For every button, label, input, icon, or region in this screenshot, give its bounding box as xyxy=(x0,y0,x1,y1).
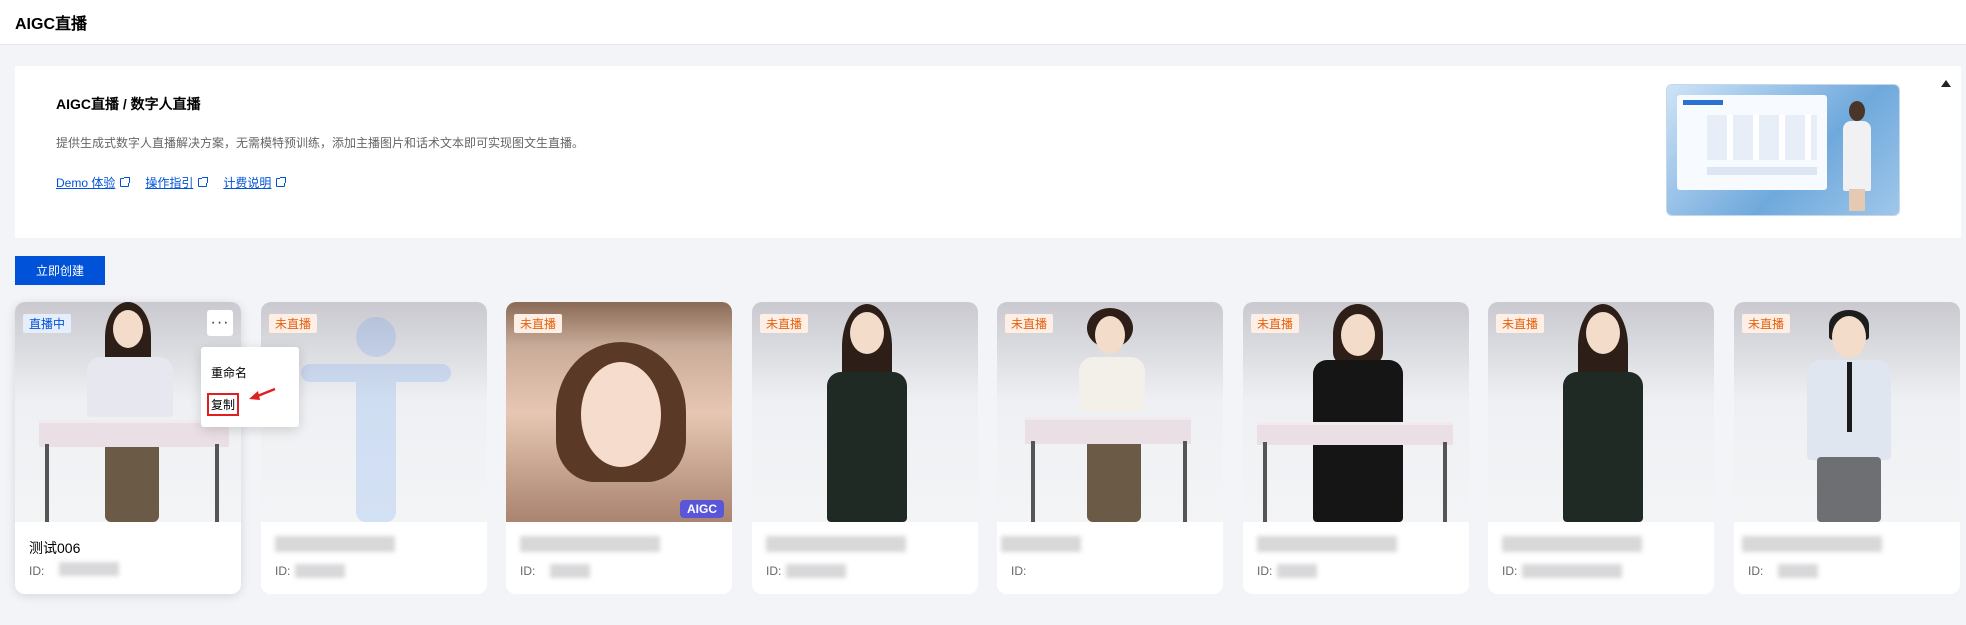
copy-menu-item[interactable]: 复制 xyxy=(206,393,240,416)
guide-link-label: 操作指引 xyxy=(145,176,194,190)
guide-link[interactable]: 操作指引 xyxy=(145,174,209,191)
preview-screen xyxy=(1677,95,1827,190)
billing-link[interactable]: 计费说明 xyxy=(223,174,287,191)
live-room-card[interactable]: 直播中 ··· 测试006 ID: xyxy=(15,302,241,594)
redacted-id xyxy=(1778,564,1818,578)
redacted-id xyxy=(1522,564,1622,578)
external-link-icon xyxy=(120,177,131,187)
card-thumbnail: 未直播 xyxy=(752,302,978,522)
card-id: ID: xyxy=(1502,564,1518,578)
page-title: AIGC直播 xyxy=(15,16,88,33)
redacted-name xyxy=(1257,536,1397,552)
billing-link-label: 计费说明 xyxy=(223,176,272,190)
redacted-id xyxy=(550,564,590,578)
live-room-card[interactable]: 未直播 ID: xyxy=(752,302,978,594)
status-badge: 未直播 xyxy=(1251,314,1300,333)
placeholder-figure xyxy=(301,317,451,522)
redacted-id xyxy=(786,564,846,578)
top-bar: AIGC直播 xyxy=(0,0,1966,45)
banner-description: 提供生成式数字人直播解决方案，无需模特预训练，添加主播图片和话术文本即可实现图文… xyxy=(56,136,585,150)
card-id: ID: xyxy=(766,564,782,578)
live-room-card[interactable]: 未直播 ID: xyxy=(1734,302,1960,594)
card-id: ID: xyxy=(520,564,536,578)
card-thumbnail: 未直播 xyxy=(1243,302,1469,522)
status-badge: 未直播 xyxy=(1496,314,1545,333)
redacted-id xyxy=(59,562,119,576)
live-room-card[interactable]: 未直播 ID: xyxy=(261,302,487,594)
live-room-card[interactable]: 未直播 AIGC ID: xyxy=(506,302,732,594)
intro-banner: AIGC直播 / 数字人直播 提供生成式数字人直播解决方案，无需模特预训练，添加… xyxy=(15,66,1961,238)
collapse-icon[interactable] xyxy=(1941,80,1951,87)
card-id: ID: xyxy=(29,564,45,578)
status-badge: 未直播 xyxy=(760,314,809,333)
card-thumbnail: 未直播 AIGC xyxy=(506,302,732,522)
status-badge: 直播中 xyxy=(23,314,72,333)
card-thumbnail: 未直播 xyxy=(1734,302,1960,522)
presenter-image xyxy=(1789,302,1909,522)
banner-title: AIGC直播 / 数字人直播 xyxy=(56,96,201,112)
card-id: ID: xyxy=(1257,564,1273,578)
live-room-card[interactable]: 未直播 ID: xyxy=(1243,302,1469,594)
card-id: ID: xyxy=(1011,564,1027,578)
red-arrow-annotation-icon xyxy=(249,387,276,400)
external-link-icon xyxy=(198,177,209,187)
presenter-image xyxy=(1057,302,1167,522)
card-thumbnail: 未直播 xyxy=(997,302,1223,522)
redacted-name xyxy=(1502,536,1642,552)
create-button[interactable]: 立即创建 xyxy=(15,256,105,285)
redacted-name xyxy=(520,536,660,552)
banner-preview-image xyxy=(1666,84,1900,216)
preview-presenter xyxy=(1835,99,1879,211)
card-id: ID: xyxy=(275,564,291,578)
status-badge: 未直播 xyxy=(269,314,318,333)
presenter-image xyxy=(1298,302,1418,522)
redacted-id xyxy=(295,564,345,578)
redacted-name xyxy=(275,536,395,552)
rename-menu-item[interactable]: 重命名 xyxy=(211,364,247,381)
status-badge: 未直播 xyxy=(514,314,563,333)
card-thumbnail: 未直播 xyxy=(1488,302,1714,522)
redacted-id xyxy=(1277,564,1317,578)
presenter-image xyxy=(75,302,185,522)
live-room-card[interactable]: 未直播 ID: xyxy=(1488,302,1714,594)
redacted-name xyxy=(1001,536,1081,552)
card-id: ID: xyxy=(1748,564,1764,578)
presenter-image xyxy=(807,302,927,522)
status-badge: 未直播 xyxy=(1005,314,1054,333)
demo-link-label: Demo 体验 xyxy=(56,176,116,190)
card-name: 测试006 xyxy=(29,540,81,556)
live-room-card[interactable]: 未直播 ID: xyxy=(997,302,1223,594)
banner-links: Demo 体验 操作指引 计费说明 xyxy=(56,174,287,191)
more-options-button[interactable]: ··· xyxy=(207,310,233,336)
portrait-image xyxy=(546,342,696,482)
redacted-name xyxy=(766,536,906,552)
redacted-name xyxy=(1742,536,1882,552)
status-badge: 未直播 xyxy=(1742,314,1791,333)
aigc-tag: AIGC xyxy=(680,500,724,518)
presenter-image xyxy=(1543,302,1663,522)
demo-link[interactable]: Demo 体验 xyxy=(56,174,131,191)
external-link-icon xyxy=(276,177,287,187)
